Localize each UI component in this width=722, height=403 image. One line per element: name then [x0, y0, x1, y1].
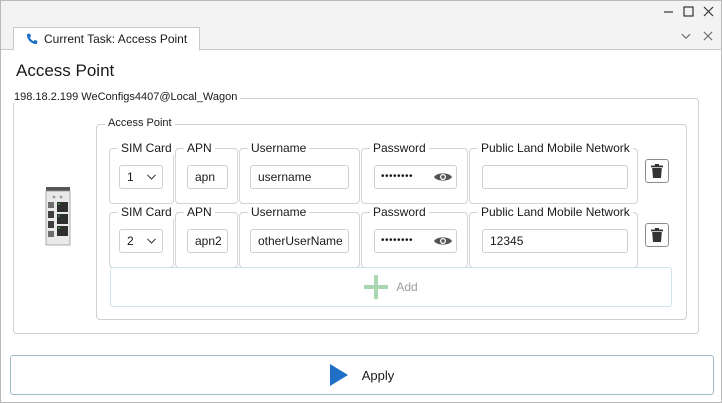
- maximize-button[interactable]: [681, 4, 695, 18]
- username-cell: Username otherUserName: [239, 206, 360, 268]
- plmn-cell: Public Land Mobile Network: [469, 142, 638, 204]
- eye-icon[interactable]: [433, 171, 453, 183]
- username-input[interactable]: otherUserName: [250, 229, 349, 253]
- username-label: Username: [248, 206, 310, 219]
- password-mask: ••••••••: [381, 171, 414, 182]
- sim-card-label: SIM Card: [118, 206, 175, 219]
- sim-card-value: 1: [127, 170, 134, 184]
- apn-label: APN: [184, 142, 215, 155]
- title-bar: [1, 1, 721, 23]
- apn-cell: APN apn2: [175, 206, 238, 268]
- eye-icon[interactable]: [433, 235, 453, 247]
- minimize-icon: [663, 10, 673, 13]
- apn-label: APN: [184, 206, 215, 219]
- plmn-label: Public Land Mobile Network: [478, 142, 633, 155]
- plus-icon: [364, 275, 389, 299]
- apn-input[interactable]: apn: [187, 165, 228, 189]
- group-title: Access Point: [105, 117, 175, 129]
- apply-button[interactable]: Apply: [10, 355, 714, 395]
- username-cell: Username username: [239, 142, 360, 204]
- sim-card-select[interactable]: 2: [119, 229, 163, 253]
- password-input[interactable]: ••••••••: [374, 229, 457, 253]
- chevron-down-icon: [681, 33, 691, 40]
- add-label: Add: [396, 280, 418, 294]
- username-input[interactable]: username: [250, 165, 349, 189]
- password-mask: ••••••••: [381, 235, 414, 246]
- tab-controls: [679, 29, 715, 43]
- password-label: Password: [370, 142, 429, 155]
- tab-close-button[interactable]: [701, 29, 715, 43]
- window-controls: [661, 4, 715, 18]
- device-image: [45, 186, 71, 246]
- trash-icon: [651, 228, 663, 242]
- plmn-input[interactable]: 12345: [482, 229, 628, 253]
- plmn-label: Public Land Mobile Network: [478, 206, 633, 219]
- maximize-icon: [682, 5, 694, 17]
- page-title: Access Point: [16, 61, 115, 80]
- apn-cell: APN apn: [175, 142, 238, 204]
- plmn-cell: Public Land Mobile Network 12345: [469, 206, 638, 268]
- chevron-down-icon: [147, 174, 156, 180]
- tab-title: Current Task: Access Point: [44, 32, 188, 46]
- sim-card-label: SIM Card: [118, 142, 175, 155]
- password-label: Password: [370, 206, 429, 219]
- sim-card-cell: SIM Card 2: [109, 206, 175, 268]
- close-window-button[interactable]: [701, 4, 715, 18]
- minimize-button[interactable]: [661, 4, 675, 18]
- apply-label: Apply: [361, 367, 395, 383]
- apn-input[interactable]: apn2: [187, 229, 228, 253]
- close-icon: [703, 31, 713, 41]
- tab-strip: Current Task: Access Point: [1, 23, 721, 51]
- chevron-down-icon: [147, 238, 156, 244]
- app-window: Current Task: Access Point Access Point …: [0, 0, 722, 403]
- play-icon: [329, 364, 348, 386]
- phone-icon: [26, 33, 38, 45]
- device-label: 198.18.2.199 WeConfigs4407@Local_Wagon: [11, 91, 241, 103]
- close-icon: [703, 6, 713, 16]
- password-input[interactable]: ••••••••: [374, 165, 457, 189]
- add-button[interactable]: Add: [110, 267, 672, 307]
- sim-card-select[interactable]: 1: [119, 165, 163, 189]
- delete-row-button[interactable]: [645, 223, 669, 247]
- sim-card-value: 2: [127, 234, 134, 248]
- password-cell: Password ••••••••: [361, 206, 468, 268]
- tab-dropdown-button[interactable]: [679, 29, 693, 43]
- password-cell: Password ••••••••: [361, 142, 468, 204]
- trash-icon: [651, 164, 663, 178]
- sim-card-cell: SIM Card 1: [109, 142, 175, 204]
- username-label: Username: [248, 142, 310, 155]
- delete-row-button[interactable]: [645, 159, 669, 183]
- tab-current-task[interactable]: Current Task: Access Point: [13, 27, 201, 51]
- plmn-input[interactable]: [482, 165, 628, 189]
